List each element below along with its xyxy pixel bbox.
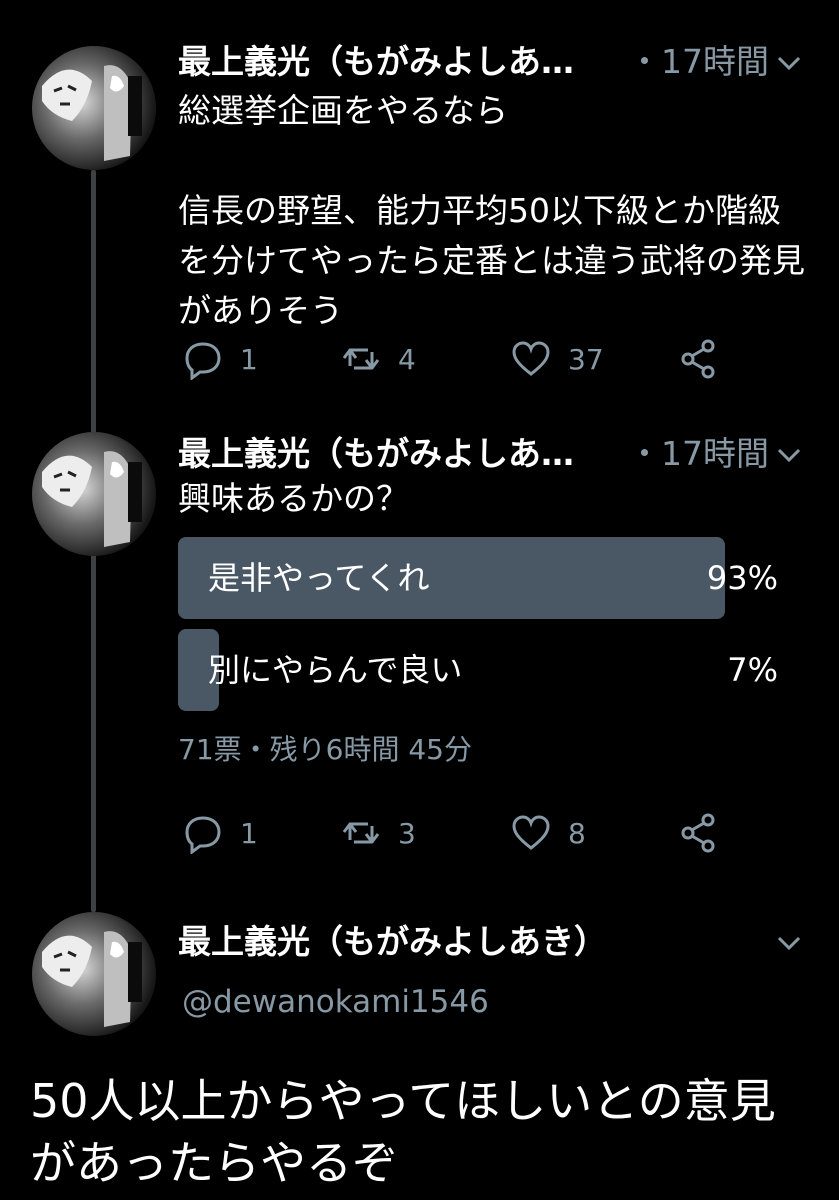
chevron-down-icon[interactable] <box>774 440 804 470</box>
like-count: 8 <box>568 816 586 850</box>
retweet-button[interactable]: 3 <box>340 808 416 858</box>
avatar[interactable] <box>32 46 156 170</box>
author-handle[interactable]: @dewanokami1546 <box>182 982 489 1022</box>
chevron-down-icon[interactable] <box>774 48 804 78</box>
poll-option-label: 別にやらんで良い <box>208 651 463 689</box>
tweet-text: 興味あるかの？ <box>178 479 409 518</box>
like-button[interactable]: 8 <box>510 808 586 858</box>
retweet-icon <box>342 348 380 370</box>
main-tweet-text: 50人以上からやってほしいとの意見があったらやるぞ <box>30 1074 776 1190</box>
poll-meta: 71票・残り6時間 45分 <box>178 733 472 766</box>
author-name[interactable]: 最上義光（もがみよしあき） <box>178 920 607 964</box>
author-name[interactable]: 最上義光（もがみよしあ… <box>178 432 574 476</box>
like-button[interactable]: 37 <box>510 334 604 384</box>
reply-count: 1 <box>240 816 258 850</box>
reply-button[interactable]: 1 <box>182 334 258 384</box>
poll-option[interactable]: 是非やってくれ 93% <box>178 537 778 619</box>
author-name[interactable]: 最上義光（もがみよしあ… <box>178 40 574 84</box>
share-icon <box>681 813 715 853</box>
retweet-button[interactable]: 4 <box>340 334 416 384</box>
reply-icon <box>185 342 221 380</box>
poll-option[interactable]: 別にやらんで良い 7% <box>178 629 778 711</box>
tweet-actions: 1 3 8 <box>178 808 738 858</box>
like-count: 37 <box>568 342 604 376</box>
retweet-count: 4 <box>398 342 416 376</box>
tweet-timestamp[interactable]: ・17時間 <box>628 432 769 476</box>
poll-option-label: 是非やってくれ <box>208 559 430 597</box>
like-icon <box>512 341 550 376</box>
tweet-timestamp[interactable]: ・17時間 <box>628 40 769 84</box>
tweet-text: 総選挙企画をやるなら 信長の野望、能力平均50以下級とか階級を分けてやったら定番… <box>178 91 805 330</box>
tweet-actions: 1 4 37 <box>178 334 738 384</box>
retweet-count: 3 <box>398 816 416 850</box>
avatar[interactable] <box>32 912 156 1036</box>
poll-option-percentage: 7% <box>727 651 778 689</box>
reply-icon <box>185 816 221 854</box>
like-icon <box>512 815 550 850</box>
reply-count: 1 <box>240 342 258 376</box>
chevron-down-icon[interactable] <box>774 928 804 958</box>
retweet-icon <box>342 822 380 844</box>
reply-button[interactable]: 1 <box>182 808 258 858</box>
poll-option-percentage: 93% <box>706 559 778 597</box>
share-icon <box>681 339 715 379</box>
avatar[interactable] <box>32 432 156 556</box>
share-button[interactable] <box>678 334 736 384</box>
share-button[interactable] <box>678 808 736 858</box>
